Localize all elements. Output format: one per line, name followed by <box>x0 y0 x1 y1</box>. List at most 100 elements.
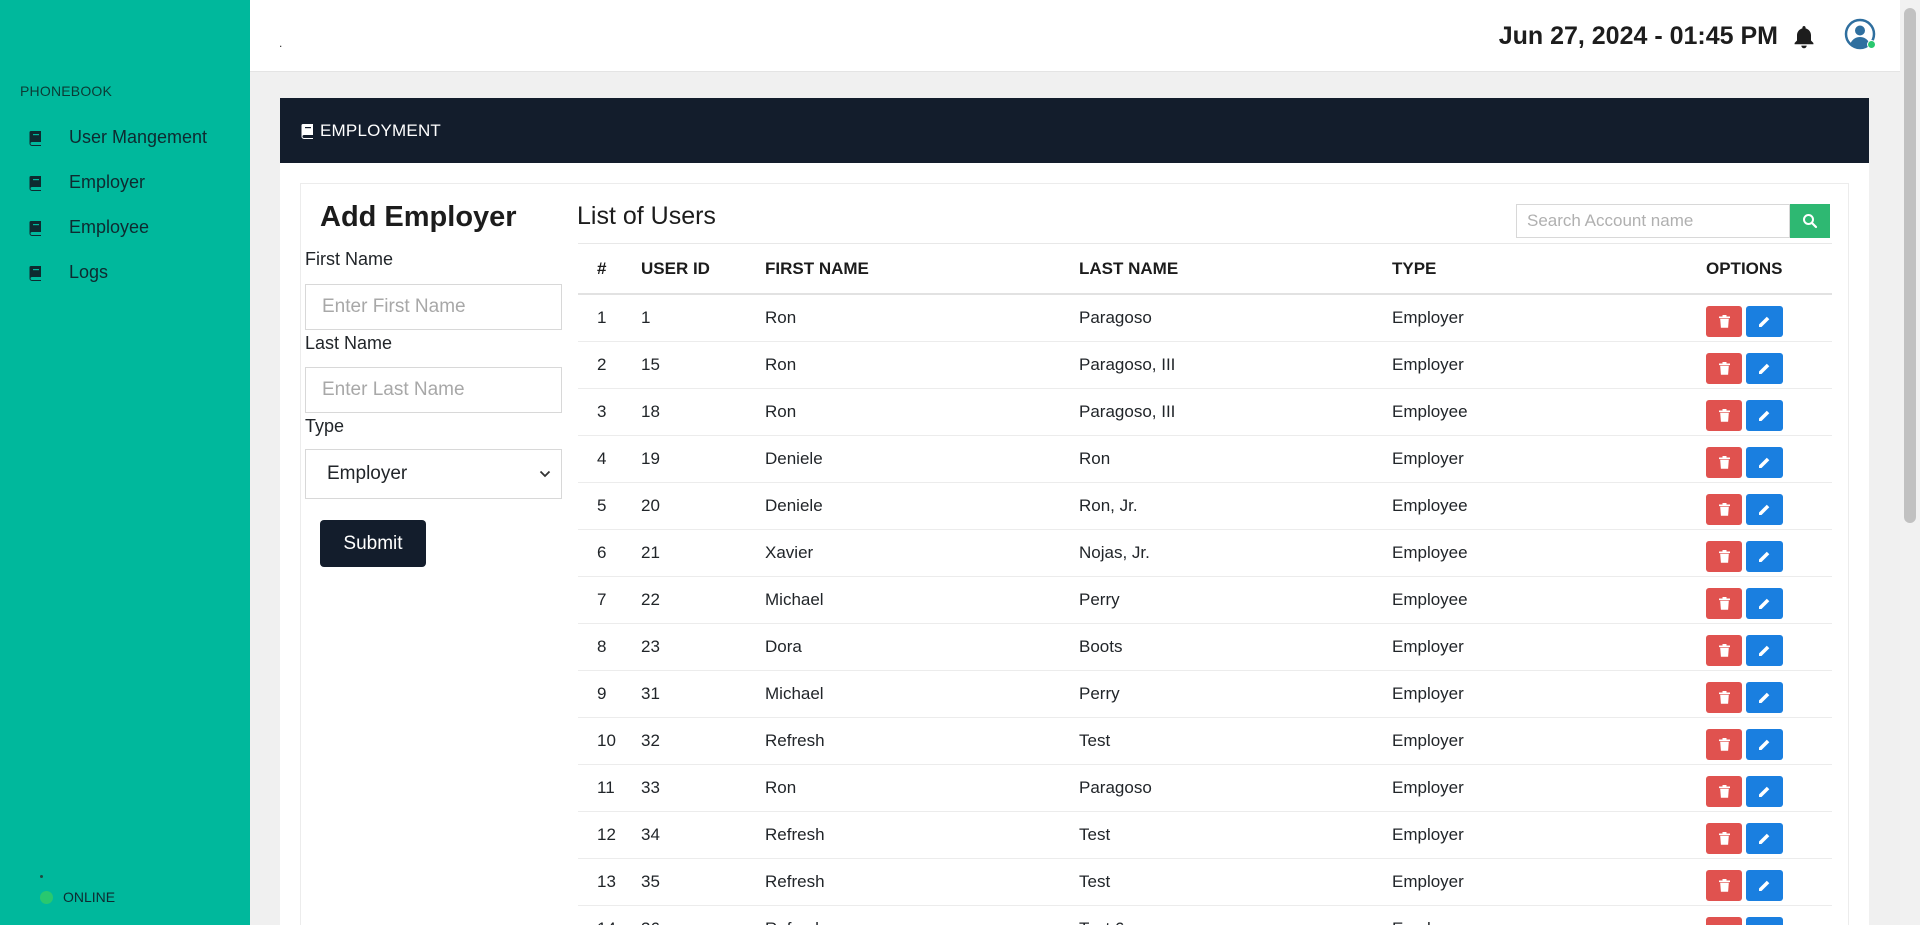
pencil-icon <box>1759 504 1770 515</box>
cell-options <box>1706 582 1832 619</box>
pencil-icon <box>1759 692 1770 703</box>
search-icon <box>1803 214 1818 229</box>
cell-number: 11 <box>597 778 615 797</box>
cell-number: 5 <box>597 496 607 515</box>
delete-button[interactable] <box>1706 399 1742 431</box>
submit-button[interactable]: Submit <box>320 520 426 567</box>
column-header-number: # <box>597 258 607 278</box>
delete-button[interactable] <box>1706 681 1742 713</box>
edit-button[interactable] <box>1746 540 1783 572</box>
cell-last-name: Ron <box>1079 449 1111 468</box>
pencil-icon <box>1759 598 1770 609</box>
cell-last-name: Perry <box>1079 590 1120 609</box>
pencil-icon <box>1759 739 1770 750</box>
delete-button[interactable] <box>1706 728 1742 760</box>
pencil-icon <box>1759 786 1770 797</box>
cell-user-id: 23 <box>641 637 660 656</box>
cell-last-name: Test <box>1079 731 1111 750</box>
cell-user-id: 15 <box>641 355 660 374</box>
edit-button[interactable] <box>1746 634 1783 666</box>
topbar-dot: . <box>279 36 283 50</box>
table-row: 3 18 Ron Paragoso, III Employee <box>578 389 1832 436</box>
cell-user-id: 31 <box>641 684 660 703</box>
cell-options <box>1706 394 1832 431</box>
cell-first-name: Michael <box>765 590 824 609</box>
column-header-options: OPTIONS <box>1706 258 1783 278</box>
cell-type: Employer <box>1392 308 1464 327</box>
delete-button[interactable] <box>1706 540 1742 572</box>
cell-first-name: Ron <box>765 778 797 797</box>
delete-button[interactable] <box>1706 634 1742 666</box>
pencil-icon <box>1759 551 1770 562</box>
delete-button[interactable] <box>1706 305 1742 337</box>
edit-button[interactable] <box>1746 869 1783 901</box>
delete-button[interactable] <box>1706 916 1742 925</box>
edit-button[interactable] <box>1746 822 1783 854</box>
cell-user-id: 1 <box>641 308 651 327</box>
cell-first-name: Refresh <box>765 919 1079 925</box>
delete-button[interactable] <box>1706 352 1742 384</box>
sidebar-item-employee[interactable]: Employee <box>0 205 250 250</box>
table-header: # USER ID FIRST NAME LAST NAME TYPE OPTI… <box>578 243 1832 295</box>
cell-user-id: 20 <box>641 496 660 515</box>
trash-icon <box>1718 737 1730 751</box>
cell-first-name: Michael <box>765 684 824 703</box>
last-name-label: Last Name <box>305 333 393 353</box>
delete-button[interactable] <box>1706 587 1742 619</box>
table-row: 6 21 Xavier Nojas, Jr. Employee <box>578 530 1832 577</box>
sidebar-nav: User Mangement Employer Employee Logs <box>0 115 250 295</box>
edit-button[interactable] <box>1746 446 1783 478</box>
first-name-input[interactable] <box>305 284 562 330</box>
last-name-input[interactable] <box>305 367 562 413</box>
cell-user-id: 35 <box>641 872 660 891</box>
sidebar-brand: PHONEBOOK <box>20 83 113 99</box>
search-button[interactable] <box>1790 204 1830 238</box>
delete-button[interactable] <box>1706 446 1742 478</box>
cell-last-name: Ron, Jr. <box>1079 496 1138 515</box>
type-select[interactable]: Employer <box>305 449 562 499</box>
cell-last-name: Paragoso, III <box>1079 355 1176 374</box>
bell-icon[interactable] <box>1792 24 1816 50</box>
cell-options <box>1706 723 1832 760</box>
cell-type: Employer <box>1392 637 1464 656</box>
cell-last-name: Paragoso <box>1079 308 1152 327</box>
users-table: # USER ID FIRST NAME LAST NAME TYPE OPTI… <box>578 243 1832 925</box>
cell-number: 2 <box>597 355 607 374</box>
delete-button[interactable] <box>1706 869 1742 901</box>
delete-button[interactable] <box>1706 822 1742 854</box>
edit-button[interactable] <box>1746 728 1783 760</box>
table-row: 2 15 Ron Paragoso, III Employer <box>578 342 1832 389</box>
type-select-value: Employer <box>327 463 408 484</box>
table-row: 1 1 Ron Paragoso Employer <box>578 295 1832 342</box>
search-input[interactable] <box>1516 204 1790 238</box>
cell-options <box>1706 817 1832 854</box>
cell-first-name: Xavier <box>765 543 814 562</box>
cell-user-id: 21 <box>641 543 660 562</box>
page-scrollbar[interactable] <box>1900 0 1920 925</box>
edit-button[interactable] <box>1746 916 1783 925</box>
scrollbar-thumb[interactable] <box>1904 8 1916 523</box>
edit-button[interactable] <box>1746 352 1783 384</box>
edit-button[interactable] <box>1746 399 1783 431</box>
sidebar-item-user-management[interactable]: User Mangement <box>0 115 250 160</box>
edit-button[interactable] <box>1746 587 1783 619</box>
cell-first-name: Refresh <box>765 731 825 750</box>
cell-options <box>1706 300 1832 337</box>
page-title: EMPLOYMENT <box>320 120 442 140</box>
trash-icon <box>1718 643 1730 657</box>
table-row: 13 35 Refresh Test Employer <box>578 859 1832 906</box>
edit-button[interactable] <box>1746 305 1783 337</box>
delete-button[interactable] <box>1706 775 1742 807</box>
sidebar-item-logs[interactable]: Logs <box>0 250 250 295</box>
sidebar-item-employer[interactable]: Employer <box>0 160 250 205</box>
table-row: 9 31 Michael Perry Employer <box>578 671 1832 718</box>
pencil-icon <box>1759 880 1770 891</box>
online-status-label: ONLINE <box>63 889 116 905</box>
edit-button[interactable] <box>1746 681 1783 713</box>
trash-icon <box>1718 314 1730 328</box>
edit-button[interactable] <box>1746 493 1783 525</box>
edit-button[interactable] <box>1746 775 1783 807</box>
table-row: 12 34 Refresh Test Employer <box>578 812 1832 859</box>
table-row: 10 32 Refresh Test Employer <box>578 718 1832 765</box>
delete-button[interactable] <box>1706 493 1742 525</box>
